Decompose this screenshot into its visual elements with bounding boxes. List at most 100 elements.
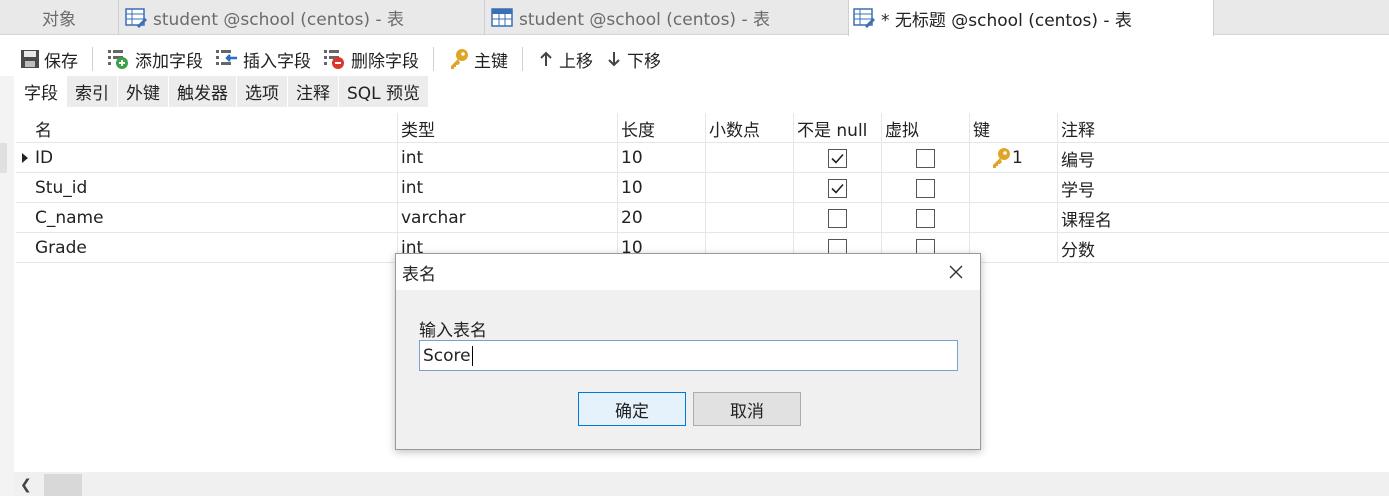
- key-cell[interactable]: [970, 173, 1058, 203]
- tab-triggers[interactable]: 触发器: [169, 76, 237, 107]
- save-button[interactable]: 保存: [14, 44, 84, 74]
- table-row[interactable]: Stu_id int 10 学号: [16, 173, 1389, 203]
- tab-fields[interactable]: 字段: [16, 76, 67, 107]
- virtual-cell: [882, 173, 970, 203]
- toolbar: 保存 添加字段 插入字段 删除字段 主键 上移 下移: [14, 42, 1389, 76]
- tab-label: 对象: [42, 10, 76, 30]
- tab-sql-preview[interactable]: SQL 预览: [339, 76, 430, 107]
- dialog-title-bar: 表名: [396, 254, 980, 290]
- toolbar-separator: [92, 47, 93, 71]
- check-icon: [831, 153, 844, 164]
- scroll-left-icon[interactable]: ❮: [20, 477, 32, 493]
- virtual-checkbox[interactable]: [916, 178, 935, 198]
- document-tab-bar: 对象 student @school (centos) - 表 student …: [0, 0, 1389, 36]
- tab-foreign-keys[interactable]: 外键: [118, 76, 169, 107]
- primary-key-button[interactable]: 主键: [442, 44, 514, 74]
- move-up-button[interactable]: 上移: [531, 44, 599, 74]
- arrow-down-icon: [608, 52, 620, 67]
- column-header-name[interactable]: 名: [32, 113, 398, 143]
- column-header-length[interactable]: 长度: [618, 113, 706, 143]
- delete-field-label: 删除字段: [351, 51, 419, 72]
- field-length-cell[interactable]: 20: [618, 203, 706, 233]
- tab-comment[interactable]: 注释: [288, 76, 339, 107]
- tab-label: * 无标题 @school (centos) - 表: [881, 10, 1132, 31]
- virtual-cell: [882, 203, 970, 233]
- key-cell[interactable]: [970, 203, 1058, 233]
- close-icon[interactable]: [946, 262, 966, 282]
- field-decimals-cell[interactable]: [706, 143, 794, 173]
- not-null-checkbox[interactable]: [828, 208, 847, 228]
- tab-objects[interactable]: 对象: [0, 0, 118, 35]
- field-comment-cell[interactable]: 分数: [1058, 233, 1389, 263]
- dialog-title: 表名: [402, 264, 436, 285]
- add-field-icon: [108, 50, 128, 69]
- current-row-indicator-icon: [22, 153, 28, 163]
- field-decimals-cell[interactable]: [706, 173, 794, 203]
- tab-student-data[interactable]: student @school (centos) - 表: [484, 0, 848, 35]
- field-name-cell[interactable]: ID: [32, 143, 398, 173]
- tab-options[interactable]: 选项: [237, 76, 288, 107]
- grid-header-row: 名 类型 长度 小数点 不是 null 虚拟 键 注释: [16, 113, 1389, 143]
- column-header-key[interactable]: 键: [970, 113, 1058, 143]
- cancel-button[interactable]: 取消: [693, 392, 801, 426]
- column-header-not-null[interactable]: 不是 null: [794, 113, 882, 143]
- field-decimals-cell[interactable]: [706, 203, 794, 233]
- add-field-label: 添加字段: [135, 51, 203, 72]
- column-header-virtual[interactable]: 虚拟: [882, 113, 970, 143]
- table-name-input[interactable]: Score: [419, 340, 958, 371]
- key-cell[interactable]: 1: [970, 143, 1058, 173]
- horizontal-scrollbar[interactable]: ❮: [14, 472, 1389, 496]
- field-comment-cell[interactable]: 编号: [1058, 143, 1389, 173]
- field-name-cell[interactable]: Stu_id: [32, 173, 398, 203]
- field-length-cell[interactable]: 10: [618, 173, 706, 203]
- field-length-cell[interactable]: 10: [618, 143, 706, 173]
- move-up-label: 上移: [559, 51, 593, 72]
- table-name-label: 输入表名: [419, 321, 487, 341]
- tab-student-design[interactable]: student @school (centos) - 表: [118, 0, 484, 35]
- column-header-decimals[interactable]: 小数点: [706, 113, 794, 143]
- virtual-cell: [882, 143, 970, 173]
- table-row[interactable]: ID int 10 1 编号: [16, 143, 1389, 173]
- add-field-button[interactable]: 添加字段: [101, 44, 209, 74]
- designer-tabs: 字段 索引 外键 触发器 选项 注释 SQL 预览: [16, 76, 430, 107]
- not-null-checkbox[interactable]: [828, 148, 847, 168]
- not-null-checkbox[interactable]: [828, 178, 847, 198]
- text-caret: [471, 345, 473, 366]
- table-edit-icon: [853, 8, 875, 28]
- save-label: 保存: [44, 51, 78, 72]
- delete-field-icon: [324, 50, 344, 69]
- toolbar-separator: [522, 47, 523, 71]
- tab-label: student @school (centos) - 表: [519, 10, 771, 30]
- key-icon: [993, 148, 1010, 168]
- fields-grid: 名 类型 长度 小数点 不是 null 虚拟 键 注释 ID int 10 1 …: [16, 113, 1389, 263]
- field-type-cell[interactable]: int: [398, 143, 618, 173]
- insert-field-label: 插入字段: [243, 51, 311, 72]
- column-header-type[interactable]: 类型: [398, 113, 618, 143]
- tab-indexes[interactable]: 索引: [67, 76, 118, 107]
- virtual-checkbox[interactable]: [916, 148, 935, 168]
- save-icon: [21, 50, 39, 68]
- insert-field-button[interactable]: 插入字段: [209, 44, 317, 74]
- table-row[interactable]: C_name varchar 20 课程名: [16, 203, 1389, 233]
- key-cell[interactable]: [970, 233, 1058, 263]
- field-type-cell[interactable]: varchar: [398, 203, 618, 233]
- field-comment-cell[interactable]: 学号: [1058, 173, 1389, 203]
- tab-untitled-design[interactable]: * 无标题 @school (centos) - 表: [848, 0, 1214, 36]
- field-type-cell[interactable]: int: [398, 173, 618, 203]
- scrollbar-thumb[interactable]: [44, 474, 82, 496]
- row-selector-gutter: [0, 143, 7, 173]
- move-down-button[interactable]: 下移: [599, 44, 667, 74]
- arrow-up-icon: [540, 51, 552, 66]
- check-icon: [831, 183, 844, 194]
- field-comment-cell[interactable]: 课程名: [1058, 203, 1389, 233]
- not-null-cell: [794, 203, 882, 233]
- insert-field-icon: [216, 50, 237, 65]
- column-header-comment[interactable]: 注释: [1058, 113, 1389, 143]
- not-null-cell: [794, 173, 882, 203]
- ok-button[interactable]: 确定: [578, 392, 686, 426]
- delete-field-button[interactable]: 删除字段: [317, 44, 425, 74]
- field-name-cell[interactable]: C_name: [32, 203, 398, 233]
- virtual-checkbox[interactable]: [916, 208, 935, 228]
- not-null-cell: [794, 143, 882, 173]
- field-name-cell[interactable]: Grade: [32, 233, 398, 263]
